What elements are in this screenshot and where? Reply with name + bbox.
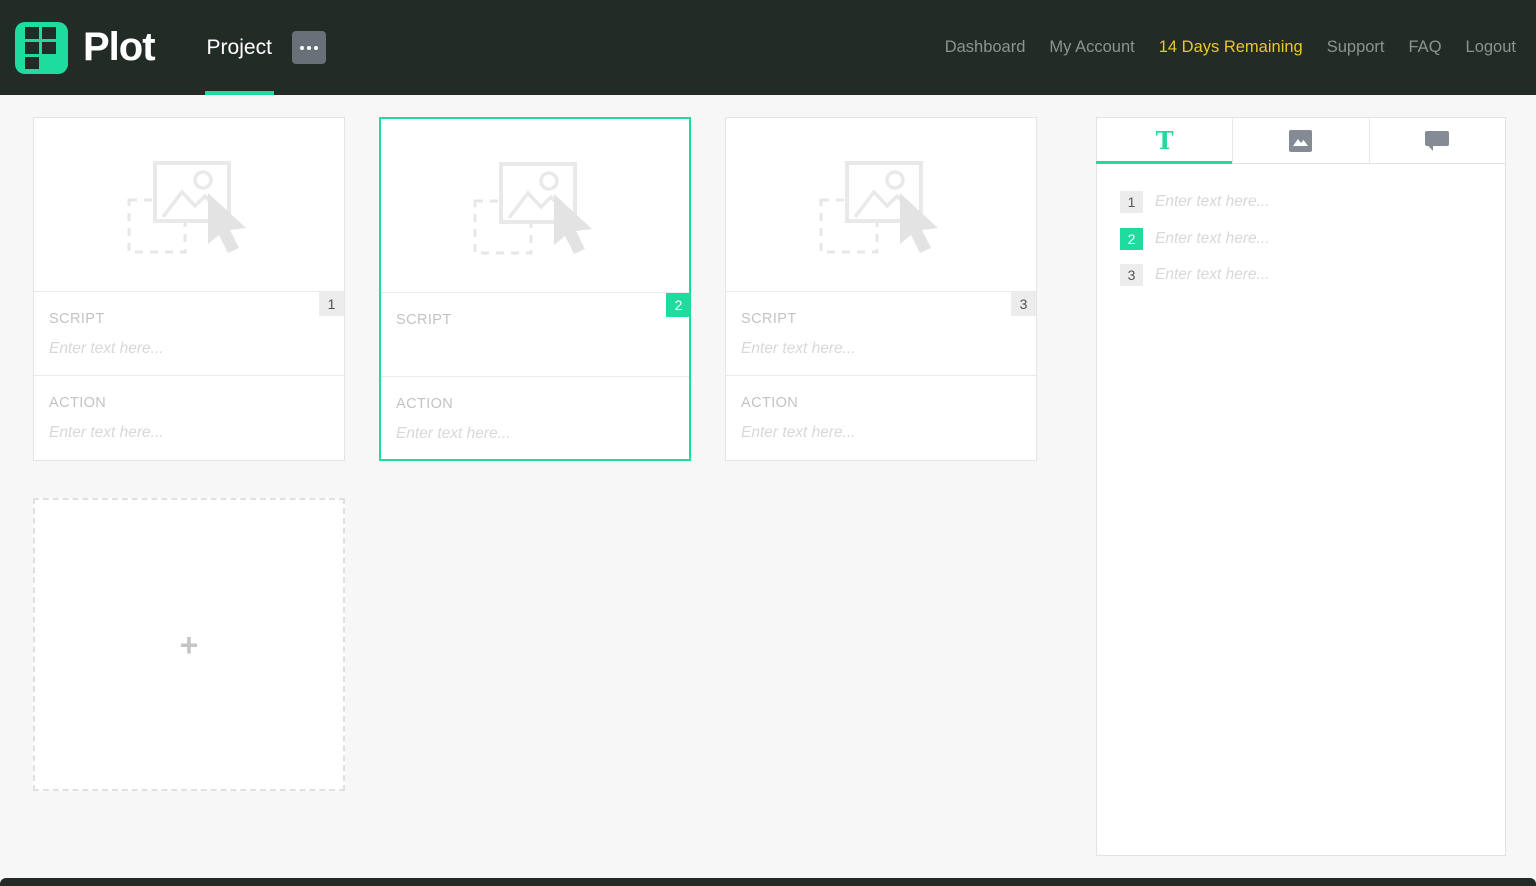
storyboard-card-2[interactable]: 2 SCRIPT ACTION Enter text here... bbox=[379, 117, 691, 461]
card-2-number-badge: 2 bbox=[666, 293, 691, 317]
card-3-script-section: 3 SCRIPT Enter text here... bbox=[726, 292, 1036, 376]
scene-1-number-badge: 1 bbox=[1120, 191, 1143, 213]
project-more-button[interactable] bbox=[292, 31, 326, 64]
scene-row-2: 2 Enter text here... bbox=[1120, 228, 1505, 250]
scene-2-number-badge: 2 bbox=[1120, 228, 1143, 250]
image-placeholder-icon bbox=[126, 155, 253, 255]
nav-faq[interactable]: FAQ bbox=[1409, 38, 1442, 57]
card-1-action-section: ACTION Enter text here... bbox=[34, 376, 344, 460]
card-2-image-dropzone[interactable] bbox=[381, 119, 689, 293]
image-placeholder-icon bbox=[472, 156, 599, 256]
card-3-action-input[interactable]: Enter text here... bbox=[741, 424, 1021, 442]
script-label: SCRIPT bbox=[396, 312, 674, 328]
script-label: SCRIPT bbox=[741, 311, 1021, 327]
card-2-action-input[interactable]: Enter text here... bbox=[396, 425, 674, 443]
tab-comments[interactable] bbox=[1370, 118, 1505, 163]
scene-3-number-badge: 3 bbox=[1120, 264, 1143, 286]
project-tab-label: Project bbox=[207, 36, 272, 60]
top-nav: Dashboard My Account 14 Days Remaining S… bbox=[945, 38, 1516, 57]
nav-support[interactable]: Support bbox=[1327, 38, 1385, 57]
card-1-image-dropzone[interactable] bbox=[34, 118, 344, 292]
storyboard-card-1[interactable]: 1 SCRIPT Enter text here... ACTION Enter… bbox=[33, 117, 345, 461]
plot-logo[interactable]: Plot bbox=[15, 22, 155, 74]
comment-icon bbox=[1424, 130, 1450, 152]
card-2-script-section: 2 SCRIPT bbox=[381, 293, 689, 377]
add-card-button[interactable]: + bbox=[33, 498, 345, 791]
card-3-action-section: ACTION Enter text here... bbox=[726, 376, 1036, 460]
plot-logo-icon bbox=[15, 22, 68, 74]
brand-name: Plot bbox=[83, 25, 155, 70]
action-label: ACTION bbox=[49, 395, 329, 411]
tab-project[interactable]: Project bbox=[205, 0, 274, 95]
scene-row-3: 3 Enter text here... bbox=[1120, 264, 1505, 286]
scene-row-1: 1 Enter text here... bbox=[1120, 191, 1505, 213]
image-icon bbox=[1289, 130, 1312, 152]
tab-text[interactable]: T bbox=[1097, 118, 1233, 163]
storyboard-grid: 1 SCRIPT Enter text here... ACTION Enter… bbox=[33, 117, 1039, 791]
app-header: Plot Project Dashboard My Account 14 Day… bbox=[0, 0, 1536, 95]
scene-1-text-input[interactable]: Enter text here... bbox=[1155, 193, 1270, 211]
nav-trial-days-remaining[interactable]: 14 Days Remaining bbox=[1159, 38, 1303, 57]
script-label: SCRIPT bbox=[49, 311, 329, 327]
card-1-action-input[interactable]: Enter text here... bbox=[49, 424, 329, 442]
card-2-action-section: ACTION Enter text here... bbox=[381, 377, 689, 459]
scene-2-text-input[interactable]: Enter text here... bbox=[1155, 230, 1270, 248]
storyboard-card-3[interactable]: 3 SCRIPT Enter text here... ACTION Enter… bbox=[725, 117, 1037, 461]
detail-side-panel: T 1 Enter text here... 2 Enter text here… bbox=[1096, 117, 1506, 856]
tab-images[interactable] bbox=[1233, 118, 1369, 163]
nav-my-account[interactable]: My Account bbox=[1049, 38, 1134, 57]
scene-3-text-input[interactable]: Enter text here... bbox=[1155, 266, 1270, 284]
card-1-script-input[interactable]: Enter text here... bbox=[49, 340, 329, 358]
card-1-script-section: 1 SCRIPT Enter text here... bbox=[34, 292, 344, 376]
bottom-bar bbox=[0, 878, 1536, 886]
nav-dashboard[interactable]: Dashboard bbox=[945, 38, 1026, 57]
action-label: ACTION bbox=[396, 396, 674, 412]
ellipsis-icon bbox=[300, 46, 304, 50]
card-3-image-dropzone[interactable] bbox=[726, 118, 1036, 292]
image-placeholder-icon bbox=[818, 155, 945, 255]
card-3-script-input[interactable]: Enter text here... bbox=[741, 340, 1021, 358]
card-3-number-badge: 3 bbox=[1011, 292, 1036, 316]
plus-icon: + bbox=[180, 629, 199, 661]
active-tab-underline bbox=[205, 91, 274, 95]
scene-text-list: 1 Enter text here... 2 Enter text here..… bbox=[1097, 164, 1505, 286]
text-tab-icon: T bbox=[1156, 126, 1174, 155]
action-label: ACTION bbox=[741, 395, 1021, 411]
panel-tabs: T bbox=[1097, 118, 1505, 164]
card-1-number-badge: 1 bbox=[319, 292, 344, 316]
nav-logout[interactable]: Logout bbox=[1466, 38, 1516, 57]
